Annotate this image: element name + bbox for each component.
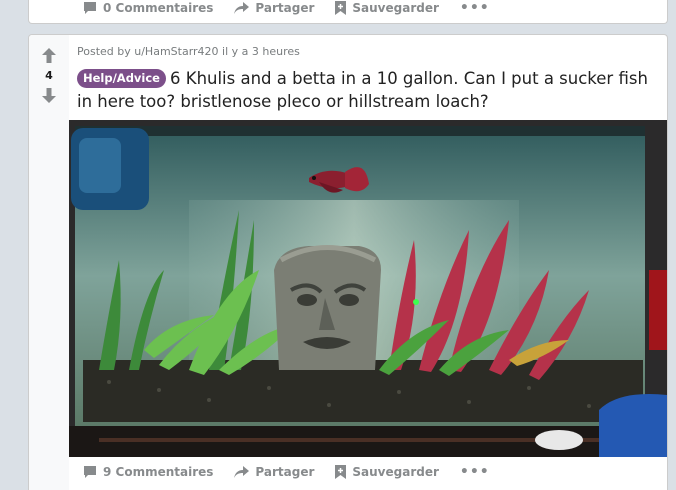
more-options-button[interactable]: ••• bbox=[460, 464, 499, 480]
share-button[interactable]: Partager bbox=[234, 1, 323, 15]
previous-post-actions: 0 Commentaires Partager Sauvegarder ••• bbox=[83, 0, 511, 16]
post-content: Posted by u/HamStarr420 il y a 3 heures … bbox=[69, 35, 667, 490]
bookmark-icon bbox=[335, 1, 347, 15]
share-icon bbox=[234, 1, 250, 14]
previous-post-card: 0 Commentaires Partager Sauvegarder ••• bbox=[28, 0, 668, 24]
save-button[interactable]: Sauvegarder bbox=[335, 1, 448, 15]
aquarium-image bbox=[69, 120, 667, 457]
post-image[interactable] bbox=[69, 120, 667, 457]
downvote-arrow-icon[interactable] bbox=[42, 88, 56, 103]
share-button[interactable]: Partager bbox=[234, 465, 323, 479]
vote-count: 4 bbox=[45, 69, 53, 82]
comment-icon bbox=[84, 466, 96, 478]
save-button[interactable]: Sauvegarder bbox=[335, 465, 448, 479]
comments-button[interactable]: 9 Commentaires bbox=[83, 465, 222, 479]
post-actions: 9 Commentaires Partager Sauvegarder ••• bbox=[83, 464, 511, 480]
post-card[interactable]: 4 Posted by u/HamStarr420 il y a 3 heure… bbox=[28, 34, 668, 490]
post-title[interactable]: Help/Advice 6 Khulis and a betta in a 10 … bbox=[77, 67, 667, 113]
post-flair[interactable]: Help/Advice bbox=[77, 69, 166, 88]
comment-icon bbox=[84, 2, 96, 14]
bookmark-icon bbox=[335, 465, 347, 479]
upvote-arrow-icon[interactable] bbox=[42, 48, 56, 63]
comments-button[interactable]: 0 Commentaires bbox=[83, 1, 222, 15]
post-meta[interactable]: Posted by u/HamStarr420 il y a 3 heures bbox=[77, 45, 300, 58]
vote-column: 4 bbox=[29, 35, 69, 490]
share-icon bbox=[234, 465, 250, 478]
more-options-button[interactable]: ••• bbox=[460, 0, 499, 16]
